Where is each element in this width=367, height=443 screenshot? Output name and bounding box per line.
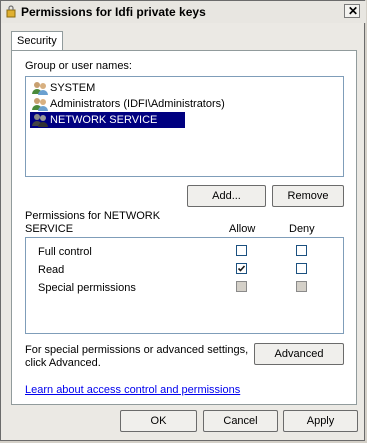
apply-button[interactable]: Apply (283, 410, 358, 432)
user-group-icon (32, 98, 48, 111)
add-button[interactable]: Add... (187, 185, 266, 207)
user-listbox[interactable]: SYSTEM Administrators (IDFI\Administrato… (25, 76, 344, 177)
cancel-button-label: Cancel (223, 415, 258, 427)
allow-checkbox-disabled (236, 281, 247, 292)
checkmark-icon (237, 265, 246, 272)
permission-row: Special permissions (26, 279, 343, 297)
advanced-button[interactable]: Advanced (254, 343, 344, 365)
advanced-button-label: Advanced (274, 348, 324, 360)
deny-checkbox-disabled (296, 281, 307, 292)
advanced-hint-line1: For special permissions or advanced sett… (25, 344, 249, 356)
user-group-icon (32, 114, 48, 127)
user-group-icon (32, 82, 48, 95)
apply-button-label: Apply (306, 415, 335, 427)
tab-label: Security (17, 35, 57, 47)
close-button[interactable]: ✕ (344, 4, 360, 18)
permission-row: Read (26, 261, 343, 279)
help-link[interactable]: Learn about access control and permissio… (25, 384, 240, 396)
title-bar[interactable]: Permissions for Idfi private keys ✕ (1, 1, 366, 23)
group-names-label: Group or user names: (25, 60, 132, 72)
user-name: SYSTEM (50, 82, 96, 94)
permissions-label-line1: Permissions for NETWORK (25, 210, 161, 222)
permission-row: Full control (26, 243, 343, 261)
user-name: Administrators (IDFI\Administrators) (50, 98, 225, 110)
close-icon: ✕ (348, 4, 359, 18)
tab-security[interactable]: Security (11, 31, 63, 51)
allow-header: Allow (229, 223, 256, 235)
deny-header: Deny (289, 223, 315, 235)
allow-checkbox[interactable] (236, 245, 247, 256)
list-item-selected[interactable]: NETWORK SERVICE (30, 112, 185, 128)
permissions-label-line2: SERVICE (25, 223, 74, 235)
list-item[interactable]: SYSTEM (30, 80, 190, 96)
lock-icon (6, 5, 16, 18)
ok-button-label: OK (150, 415, 167, 427)
add-button-label: Add... (212, 190, 241, 202)
advanced-hint-line2: click Advanced. (25, 357, 101, 369)
ok-button[interactable]: OK (120, 410, 197, 432)
remove-button-label: Remove (287, 190, 329, 202)
window-title: Permissions for Idfi private keys (21, 5, 206, 19)
remove-button[interactable]: Remove (272, 185, 344, 207)
permission-name: Special permissions (38, 282, 136, 294)
cancel-button[interactable]: Cancel (203, 410, 278, 432)
permission-name: Read (38, 264, 65, 276)
list-item[interactable]: Administrators (IDFI\Administrators) (30, 96, 230, 112)
permissions-dialog: Permissions for Idfi private keys ✕ Secu… (0, 0, 366, 441)
deny-checkbox[interactable] (296, 263, 307, 274)
user-name: NETWORK SERVICE (50, 114, 158, 126)
permissions-list: Full control Read Special permissions (25, 237, 344, 334)
permission-name: Full control (38, 246, 92, 258)
deny-checkbox[interactable] (296, 245, 307, 256)
allow-checkbox-checked[interactable] (236, 263, 247, 274)
